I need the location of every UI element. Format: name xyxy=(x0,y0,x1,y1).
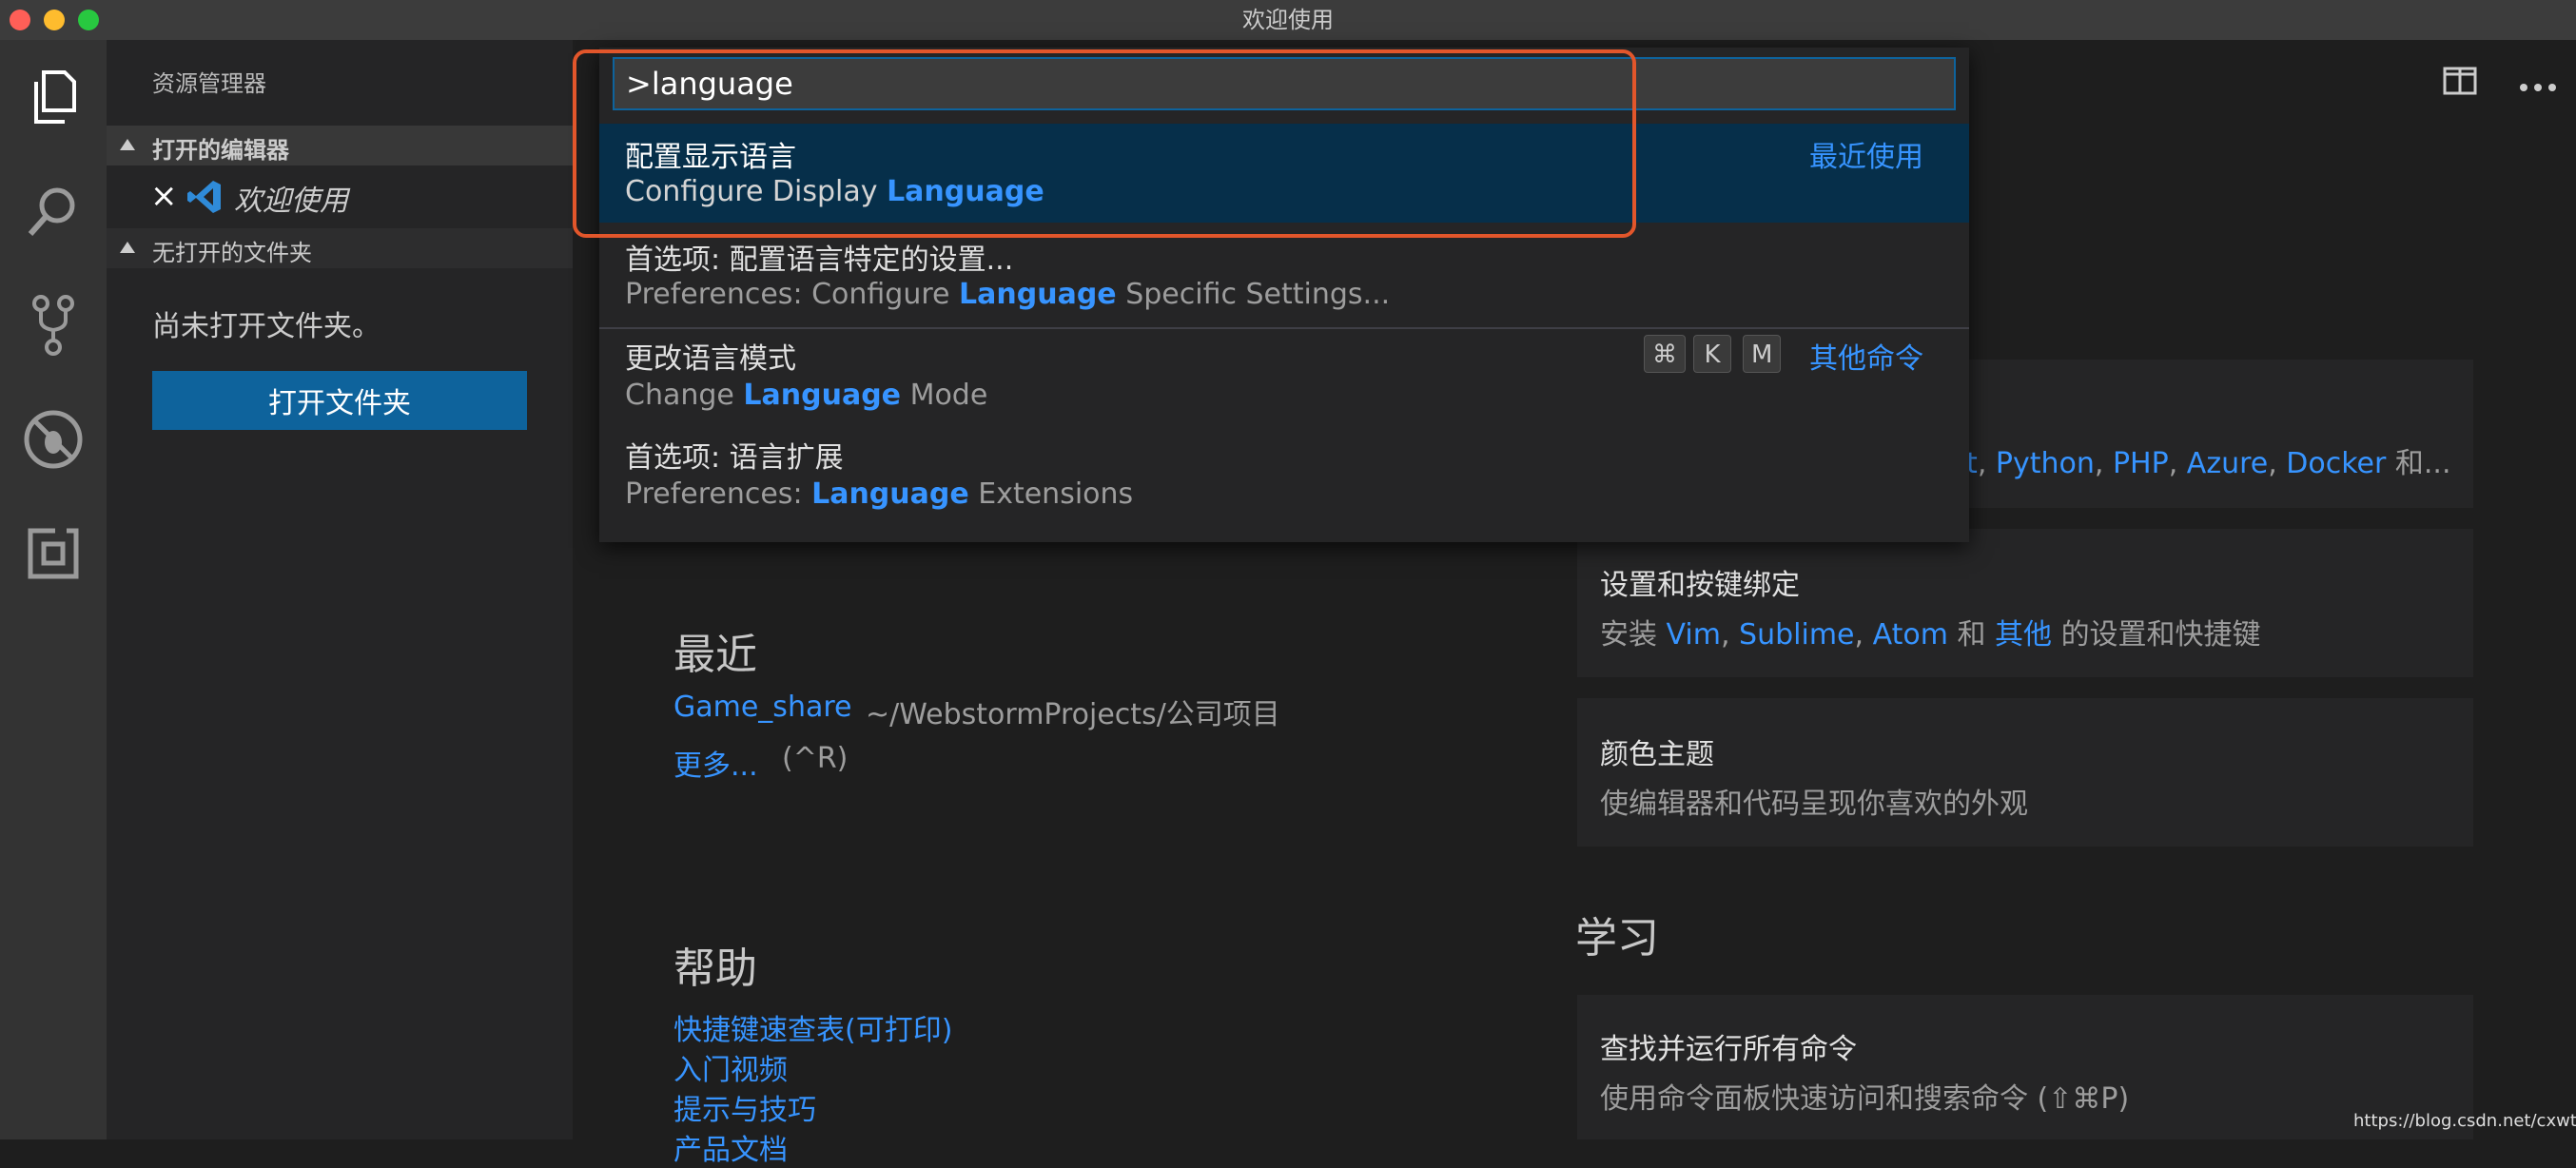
window-title: 欢迎使用 xyxy=(1242,7,1334,33)
keybinding-cmd: ⌘ xyxy=(1644,335,1686,373)
debug-icon[interactable] xyxy=(15,401,91,477)
more-recent-shortcut: (^R) xyxy=(782,742,849,775)
lang-link-docker[interactable]: Docker xyxy=(2286,447,2386,480)
open-editors-label: 打开的编辑器 xyxy=(152,137,289,164)
explorer-title: 资源管理器 xyxy=(152,70,266,97)
recent-project-link[interactable]: Game_share xyxy=(673,691,851,724)
highlight-annotation-box xyxy=(573,49,1636,238)
other-commands-badge: 其他命令 xyxy=(1809,342,1923,376)
atom-link[interactable]: Atom xyxy=(1873,618,1948,652)
lang-link-php[interactable]: PHP xyxy=(2113,447,2169,480)
recently-used-badge: 最近使用 xyxy=(1809,141,1923,174)
keybinding-k: K xyxy=(1693,335,1731,373)
color-theme-card[interactable] xyxy=(1577,698,2473,847)
help-heading: 帮助 xyxy=(673,944,757,993)
recent-project-path: ~/WebstormProjects/公司项目 xyxy=(866,698,1280,731)
command-palette-card[interactable] xyxy=(1577,995,2473,1139)
source-control-icon[interactable] xyxy=(15,287,91,363)
more-recent-link[interactable]: 更多... xyxy=(673,742,758,784)
find-commands-title: 查找并运行所有命令 xyxy=(1600,1033,1857,1066)
vscode-logo-icon xyxy=(186,179,223,219)
intro-videos-link[interactable]: 入门视频 xyxy=(673,1046,788,1088)
keybinding-m: M xyxy=(1743,335,1782,373)
palette-item-en: Change Language Mode xyxy=(625,379,988,412)
keyboard-cheatsheet-link[interactable]: 快捷键速查表(可打印) xyxy=(673,1006,952,1048)
palette-item-zh: 首选项: 配置语言特定的设置... xyxy=(625,243,1014,277)
keybindings-card[interactable] xyxy=(1577,529,2473,677)
collapse-triangle-icon xyxy=(120,139,135,150)
lang-link-python[interactable]: Python xyxy=(1996,447,2095,480)
color-theme-desc: 使编辑器和代码呈现你喜欢的外观 xyxy=(1600,788,2028,821)
learn-heading: 学习 xyxy=(1575,914,1659,963)
watermark: https://blog.csdn.net/cxwtsh123 xyxy=(2353,1111,2576,1131)
split-editor-icon[interactable] xyxy=(2443,67,2477,95)
files-icon[interactable] xyxy=(15,59,91,135)
palette-item-en: Preferences: Configure Language Specific… xyxy=(625,278,1391,311)
vim-link[interactable]: Vim xyxy=(1667,618,1721,652)
color-theme-title: 颜色主题 xyxy=(1600,738,1714,771)
more-actions-icon[interactable] xyxy=(2519,63,2557,91)
collapse-triangle-icon xyxy=(120,242,135,253)
other-keymaps-link[interactable]: 其他 xyxy=(1995,618,2052,652)
palette-item-zh: 首选项: 语言扩展 xyxy=(625,441,844,475)
language-support-links: pt, Python, PHP, Azure, Docker 和... xyxy=(1948,439,2451,481)
no-folder-text: 尚未打开文件夹。 xyxy=(152,310,381,343)
tips-tricks-link[interactable]: 提示与技巧 xyxy=(673,1086,816,1128)
extensions-icon[interactable] xyxy=(15,516,91,592)
product-docs-link[interactable]: 产品文档 xyxy=(673,1126,788,1168)
recent-heading: 最近 xyxy=(673,631,757,679)
keybindings-desc: 安装 Vim, Sublime, Atom 和 其他 的设置和快捷键 xyxy=(1600,618,2261,652)
palette-item-en: Preferences: Language Extensions xyxy=(625,477,1134,511)
search-icon[interactable] xyxy=(15,173,91,249)
open-editor-item-label[interactable]: 欢迎使用 xyxy=(234,177,348,219)
open-folder-button[interactable]: 打开文件夹 xyxy=(152,371,527,430)
lang-link-azure[interactable]: Azure xyxy=(2187,447,2268,480)
close-editor-icon[interactable]: × xyxy=(150,177,178,215)
no-folder-label: 无打开的文件夹 xyxy=(152,240,312,266)
keybindings-title: 设置和按键绑定 xyxy=(1600,569,1800,602)
find-commands-desc: 使用命令面板快速访问和搜索命令 (⇧⌘P) xyxy=(1600,1082,2130,1116)
palette-item-zh: 更改语言模式 xyxy=(625,342,796,376)
sublime-link[interactable]: Sublime xyxy=(1739,618,1854,652)
